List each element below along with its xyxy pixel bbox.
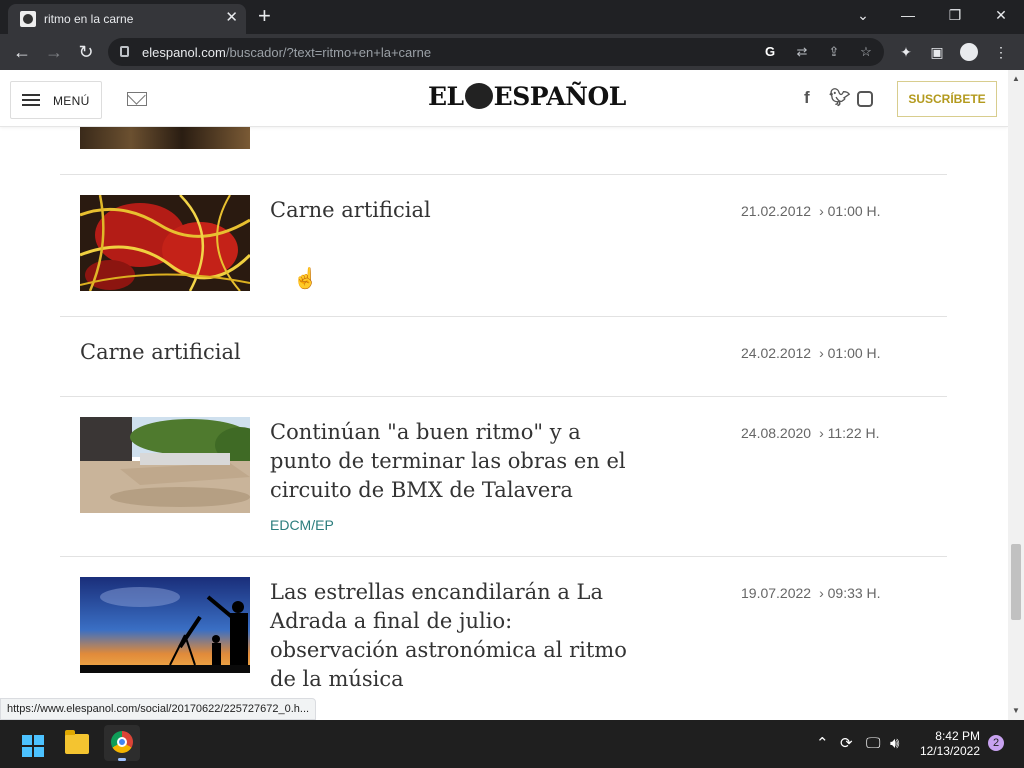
site-favicon-icon bbox=[20, 11, 36, 27]
bookmark-star-icon[interactable]: ☆ bbox=[858, 44, 874, 60]
result-title[interactable]: Las estrellas encandilarán a La Adrada a… bbox=[270, 578, 630, 694]
restore-button[interactable]: ❐ bbox=[940, 4, 970, 26]
chrome-icon bbox=[111, 731, 133, 753]
new-tab-button[interactable]: + bbox=[258, 4, 271, 28]
address-bar[interactable]: elespanol.com/buscador/?text=ritmo+en+la… bbox=[108, 38, 884, 66]
windows-taskbar: ⌃ ⟳ 🖵︎ 🔊︎ 8:42 PM 12/13/2022 2 bbox=[0, 720, 1024, 768]
result-title[interactable]: Carne artificial bbox=[270, 196, 630, 225]
result-row: Las estrellas encandilarán a La Adrada a… bbox=[60, 557, 947, 720]
extensions-icon[interactable]: ✦ bbox=[897, 43, 915, 61]
subscribe-button[interactable]: SUSCRÍBETE bbox=[897, 81, 997, 117]
menu-label: MENÚ bbox=[53, 94, 90, 108]
system-clock[interactable]: 8:42 PM 12/13/2022 bbox=[916, 729, 980, 759]
browser-titlebar: ritmo en la carne ✕ + ⌄ — ❐ ✕ bbox=[0, 0, 1024, 34]
newsletter-mail-icon[interactable] bbox=[127, 92, 147, 106]
network-icon[interactable]: 🖵︎ bbox=[866, 735, 880, 753]
web-page: MENÚ EL ESPAÑOL f 🐦︎ SUSCRÍBETE Carne ar… bbox=[0, 70, 1008, 720]
clock-time: 8:42 PM bbox=[935, 729, 980, 743]
site-header: MENÚ EL ESPAÑOL f 🐦︎ SUSCRÍBETE bbox=[0, 70, 1008, 127]
scroll-thumb[interactable] bbox=[1011, 544, 1021, 620]
windows-start-icon[interactable] bbox=[22, 735, 44, 757]
scroll-down-arrow-icon[interactable]: ▼ bbox=[1012, 706, 1020, 715]
sync-icon[interactable]: ⟳ bbox=[840, 735, 853, 753]
minimize-button[interactable]: — bbox=[893, 4, 923, 26]
browser-toolbar: ← → ↻ elespanol.com/buscador/?text=ritmo… bbox=[0, 34, 1024, 70]
close-tab-icon[interactable]: ✕ bbox=[225, 8, 238, 28]
active-indicator bbox=[118, 758, 126, 761]
menu-button[interactable]: MENÚ bbox=[10, 81, 102, 119]
browser-tab[interactable]: ritmo en la carne ✕ bbox=[8, 4, 246, 34]
lion-logo-icon bbox=[464, 83, 493, 109]
facebook-icon[interactable]: f bbox=[804, 88, 810, 108]
forward-button[interactable]: → bbox=[42, 40, 66, 64]
result-title[interactable]: Carne artificial bbox=[80, 338, 480, 367]
tab-title: ritmo en la carne bbox=[44, 12, 134, 26]
google-lens-icon[interactable]: G bbox=[762, 44, 778, 60]
result-meta: 19.07.2022 › 09:33 H. bbox=[741, 585, 881, 601]
share-icon[interactable]: ⇪ bbox=[826, 44, 842, 60]
close-window-button[interactable]: ✕ bbox=[986, 4, 1016, 26]
tab-search-icon[interactable]: ⌄ bbox=[848, 4, 878, 26]
chrome-taskbar-button[interactable] bbox=[104, 725, 140, 761]
result-credit[interactable]: EDCM/EP bbox=[270, 517, 334, 533]
hand-cursor-icon: ☝ bbox=[293, 268, 318, 290]
scroll-up-arrow-icon[interactable]: ▲ bbox=[1012, 74, 1020, 83]
translate-icon[interactable]: ⇄ bbox=[794, 44, 810, 60]
result-meta: 21.02.2012 › 01:00 H. bbox=[741, 203, 881, 219]
page-scrollbar[interactable]: ▲ ▼ bbox=[1008, 70, 1024, 720]
chrome-menu-icon[interactable]: ⋮ bbox=[992, 43, 1010, 61]
back-button[interactable]: ← bbox=[10, 40, 34, 64]
meat-fibers-image bbox=[80, 195, 250, 291]
tray-chevron-icon[interactable]: ⌃ bbox=[816, 735, 829, 753]
result-title[interactable]: Continúan "a buen ritmo" y a punto de te… bbox=[270, 418, 630, 505]
result-thumbnail[interactable] bbox=[80, 417, 250, 513]
bmx-track-image bbox=[80, 417, 250, 513]
result-row: Carne artificial 24.02.2012 › 01:00 H. bbox=[60, 317, 947, 397]
link-status-bar: https://www.elespanol.com/social/2017062… bbox=[0, 698, 317, 720]
result-row: Carne artificial 21.02.2012 › 01:00 H. bbox=[60, 175, 947, 317]
volume-icon[interactable]: 🔊︎ bbox=[890, 735, 899, 753]
result-meta: 24.08.2020 › 11:22 H. bbox=[741, 425, 880, 441]
profile-avatar-icon[interactable] bbox=[960, 43, 978, 61]
stargazing-image bbox=[80, 577, 250, 673]
side-panel-icon[interactable]: ▣ bbox=[928, 43, 946, 61]
result-thumbnail[interactable] bbox=[80, 577, 250, 673]
lock-icon[interactable] bbox=[120, 46, 129, 57]
url-text[interactable]: elespanol.com/buscador/?text=ritmo+en+la… bbox=[142, 45, 431, 60]
site-logo[interactable]: EL ESPAÑOL bbox=[428, 82, 626, 111]
file-explorer-icon[interactable] bbox=[65, 730, 89, 754]
instagram-icon[interactable] bbox=[857, 91, 873, 107]
result-row: Continúan "a buen ritmo" y a punto de te… bbox=[60, 397, 947, 557]
clock-date: 12/13/2022 bbox=[919, 744, 980, 758]
notification-badge[interactable]: 2 bbox=[988, 735, 1004, 751]
result-thumbnail[interactable] bbox=[80, 195, 250, 291]
result-meta: 24.02.2012 › 01:00 H. bbox=[741, 345, 881, 361]
hamburger-icon bbox=[22, 94, 40, 106]
reload-button[interactable]: ↻ bbox=[74, 40, 98, 64]
twitter-icon[interactable]: 🐦︎ bbox=[829, 88, 851, 108]
